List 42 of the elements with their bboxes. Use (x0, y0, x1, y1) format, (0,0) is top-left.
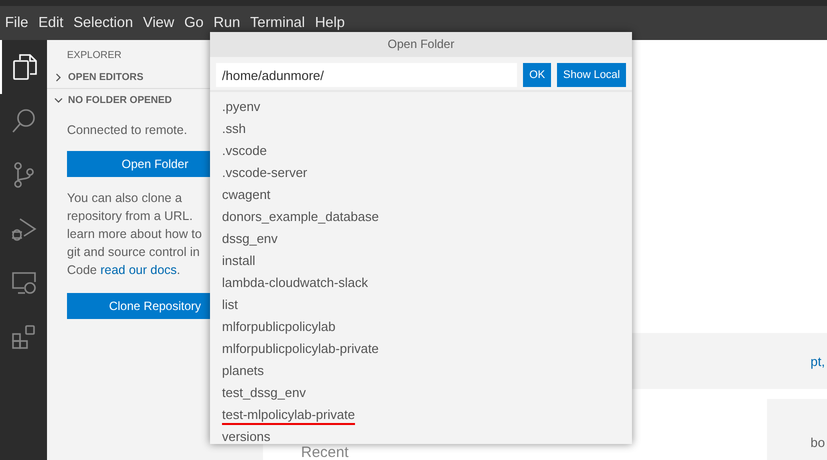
clone-text-line: Code read our docs. (67, 262, 180, 279)
dialog-button[interactable]: OK (523, 63, 552, 87)
sidebar-title: EXPLORER (66, 49, 122, 63)
dialog-title: Open Folder (210, 32, 632, 57)
folder-item[interactable]: cwagent (210, 183, 632, 205)
menu-item[interactable]: Help (314, 15, 349, 31)
extensions-icon (10, 324, 36, 350)
path-field[interactable]: /home/adunmore/ (216, 63, 518, 87)
chevron-icon (54, 96, 63, 104)
menu-item[interactable]: Edit (38, 15, 68, 31)
folder-item[interactable]: install (210, 249, 632, 271)
dialog-button[interactable]: Show Local (557, 63, 626, 87)
clone-text-line: repository from a URL. (67, 208, 193, 225)
chevron-icon (54, 72, 63, 82)
remote-icon (10, 271, 36, 295)
menu-item[interactable]: File (5, 15, 32, 31)
docs-link[interactable]: read our docs (100, 263, 177, 277)
menu-item[interactable]: View (143, 15, 178, 31)
folder-item[interactable]: test-mlpolicylab-private (210, 403, 632, 425)
folder-item[interactable]: .ssh (210, 117, 632, 139)
clone-text-line: git and source control in (67, 244, 200, 261)
link-fragment[interactable]: pt, (810, 354, 825, 368)
menu-item[interactable]: Go (184, 15, 208, 31)
folder-item[interactable]: lambda-cloudwatch-slack (210, 271, 632, 293)
folder-item[interactable]: mlforpublicpolicylab-private (210, 337, 632, 359)
folder-item[interactable]: planets (210, 359, 632, 381)
menu-item[interactable]: Selection (73, 15, 138, 31)
folder-item[interactable]: versions (210, 425, 632, 447)
folder-item[interactable]: donors_example_database (210, 205, 632, 227)
menu-item[interactable]: Terminal (250, 15, 309, 31)
debug-icon (10, 216, 36, 242)
folder-item[interactable]: dssg_env (210, 227, 632, 249)
branch-icon (12, 162, 34, 188)
remote-message: Connected to remote. (67, 123, 188, 137)
search-icon (10, 108, 36, 134)
clone-text-line: You can also clone a (67, 190, 182, 207)
folder-item[interactable]: test_dssg_env (210, 381, 632, 403)
menu-item[interactable]: Run (214, 15, 244, 31)
files-icon (12, 53, 38, 81)
text-fragment: bo (810, 435, 825, 450)
clone-text-line: learn more about how to (67, 226, 202, 243)
recent-heading: Recent (300, 445, 349, 460)
